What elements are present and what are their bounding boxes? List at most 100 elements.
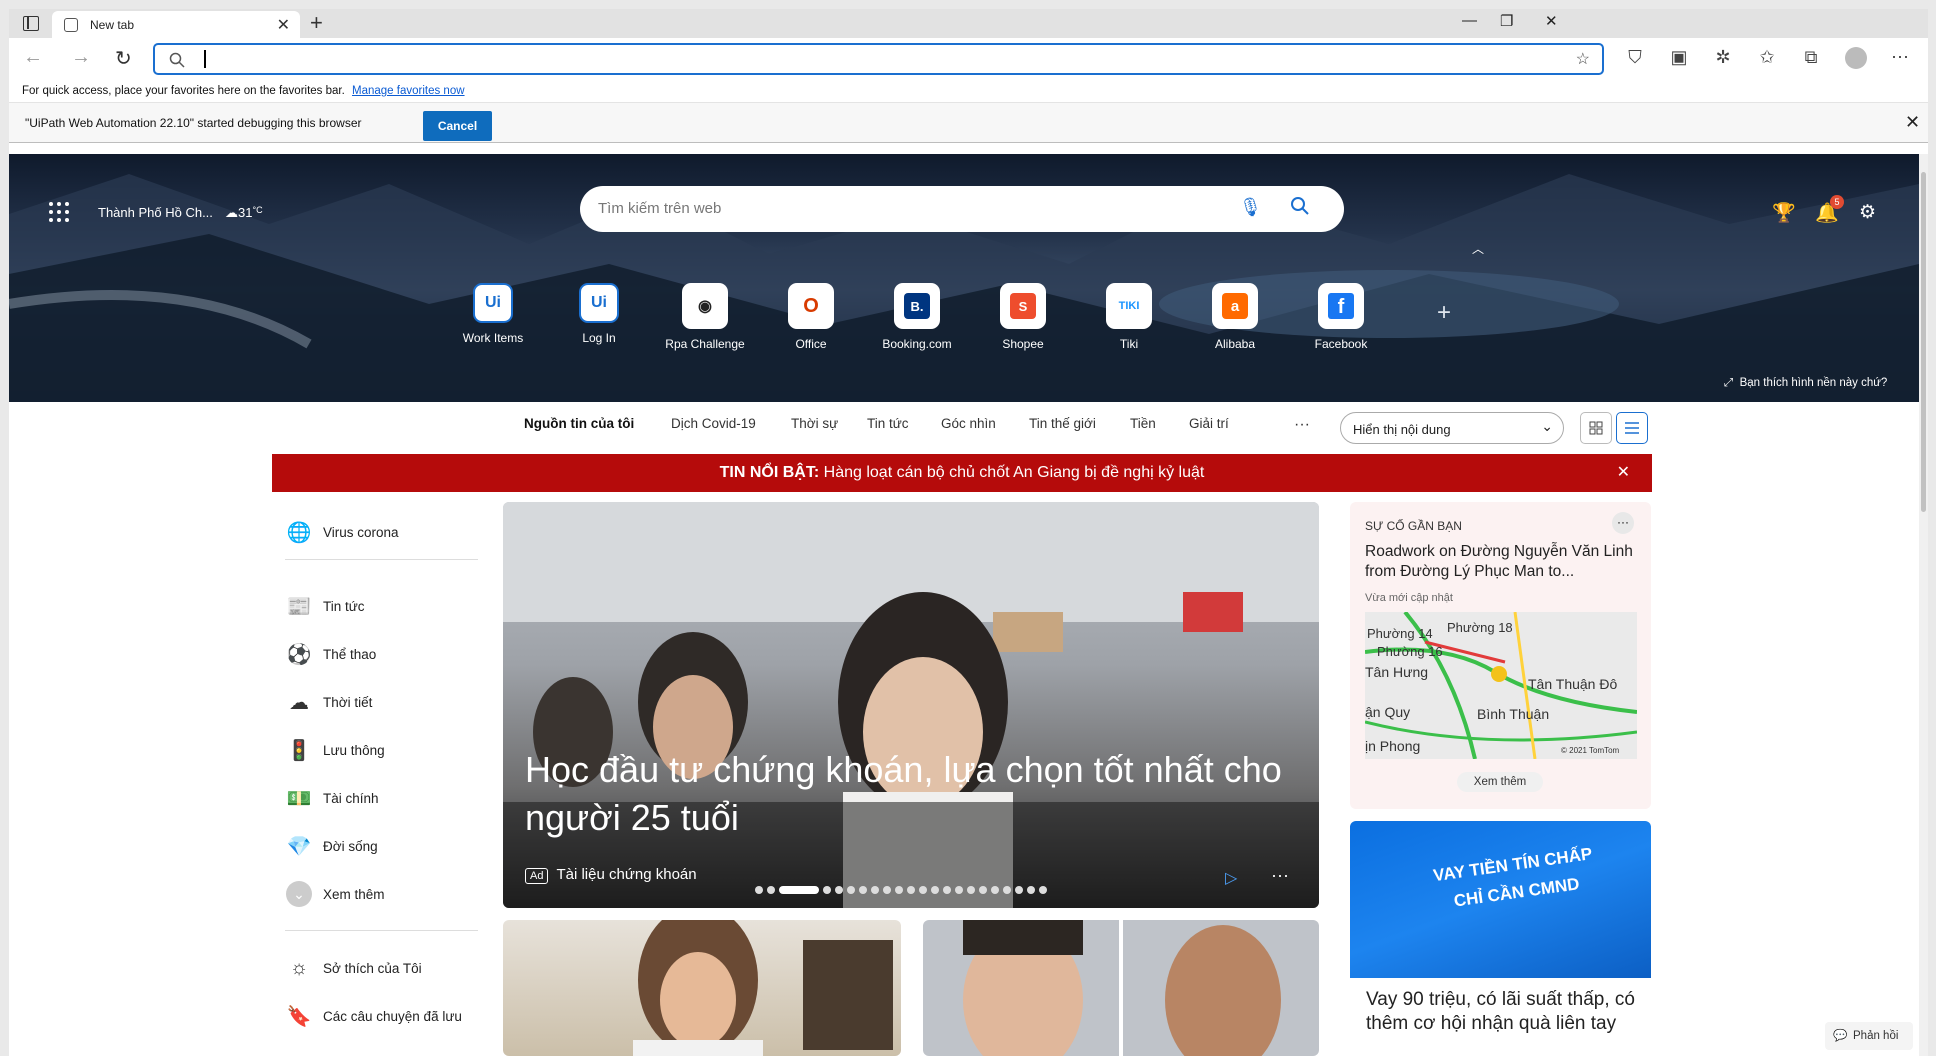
close-infobar-icon[interactable]: ✕	[1905, 112, 1920, 133]
newspaper-icon: 📰	[286, 595, 312, 618]
nav-my-feed[interactable]: Nguồn tin của tôi	[524, 416, 634, 431]
rail-item-traffic[interactable]: 🚦 Lưu thông	[285, 735, 480, 765]
rail-item-lifestyle[interactable]: 💎 Đời sống	[285, 831, 480, 861]
article-card[interactable]	[503, 920, 901, 1056]
manage-favorites-link[interactable]: Manage favorites now	[352, 85, 465, 97]
grid-icon	[1589, 421, 1603, 435]
restore-icon[interactable]: ❐	[1500, 12, 1513, 30]
quicklink-label: Tiki	[1119, 337, 1139, 351]
back-icon[interactable]: ←	[23, 46, 43, 69]
breaking-news-bar[interactable]: TIN NỔI BẬT: Hàng loạt cán bộ chủ chốt A…	[272, 454, 1652, 492]
uipath-extension-icon[interactable]: ▣	[1668, 47, 1690, 68]
quicklink-label: Work Items	[462, 331, 524, 345]
quicklink-work-items[interactable]: Ui Work Items	[453, 283, 533, 345]
adchoices-icon[interactable]: ▷	[1225, 868, 1237, 888]
traffic-headline[interactable]: Roadwork on Đường Nguyễn Văn Linh from Đ…	[1365, 542, 1635, 582]
traffic-card[interactable]: SỰ CỐ GẦN BẠN ··· Roadwork on Đường Nguy…	[1350, 502, 1651, 809]
quicklink-label: Shopee	[1002, 337, 1044, 351]
quicklink-booking[interactable]: B. Booking.com	[877, 283, 957, 351]
ad-badge: Ad	[525, 868, 549, 884]
nav-entertainment[interactable]: Giải trí	[1189, 416, 1229, 431]
ad-title[interactable]: Vay 90 triệu, có lãi suất thấp, có thêm …	[1366, 988, 1646, 1036]
nav-covid[interactable]: Dịch Covid-19	[671, 416, 756, 431]
rail-item-sports[interactable]: ⚽ Thể thao	[285, 639, 480, 669]
dropdown-value: Hiển thị nội dung	[1353, 422, 1451, 437]
refresh-icon[interactable]: ↻	[115, 46, 132, 71]
nav-news[interactable]: Tin tức	[867, 416, 909, 431]
address-bar[interactable]: ☆	[153, 43, 1604, 75]
tab-new-tab[interactable]: New tab ✕	[52, 11, 300, 38]
loan-ad-card[interactable]: VAY TIỀN TÍN CHẤP CHỈ CẦN CMND Vay 90 tr…	[1350, 821, 1651, 1056]
article-photo	[963, 920, 1281, 1056]
rail-item-interests[interactable]: ☼ Sở thích của Tôi	[285, 953, 480, 983]
ball-icon: ⚽	[286, 643, 312, 666]
add-favorite-icon[interactable]: ☆	[1576, 49, 1590, 69]
add-quicklink-icon[interactable]: +	[1437, 299, 1451, 327]
page-scrollbar[interactable]	[1919, 154, 1928, 1056]
map-label: Tân Thuận Đô	[1528, 676, 1618, 692]
divider	[285, 930, 478, 931]
chevron-up-icon[interactable]: ︿	[1472, 240, 1484, 257]
feedback-button[interactable]: 💬 Phản hồi	[1825, 1022, 1913, 1050]
rewards-icon[interactable]: 🏆	[1772, 201, 1796, 225]
quicklink-rpa-challenge[interactable]: ◉ Rpa Challenge	[665, 283, 745, 351]
see-more-button[interactable]: Xem thêm	[1457, 772, 1543, 792]
nav-current-affairs[interactable]: Thời sự	[791, 416, 838, 431]
forward-icon[interactable]: →	[71, 46, 91, 69]
more-options-icon[interactable]: ···	[1612, 512, 1634, 534]
nav-money[interactable]: Tiền	[1130, 416, 1156, 431]
rail-item-see-more[interactable]: ⌄ Xem thêm	[285, 879, 480, 909]
carousel-indicator[interactable]	[755, 886, 1047, 894]
cancel-button[interactable]: Cancel	[423, 111, 492, 141]
quicklink-alibaba[interactable]: a Alibaba	[1195, 283, 1275, 351]
menu-icon[interactable]: ⋯	[1889, 47, 1911, 68]
article-card[interactable]	[923, 920, 1319, 1056]
shield-icon[interactable]: ⛉	[1624, 47, 1646, 68]
rail-item-corona[interactable]: 🌐 Virus corona	[285, 517, 480, 547]
search-submit-icon[interactable]	[1290, 196, 1310, 216]
featured-article-card[interactable]: Học đầu tư chứng khoán, lựa chọn tốt nhấ…	[503, 502, 1319, 908]
grid-view-button[interactable]	[1580, 412, 1612, 444]
quicklink-tiki[interactable]: TIKI Tiki	[1089, 283, 1169, 351]
weather-widget[interactable]: ☁31°C	[225, 205, 263, 221]
quicklink-shopee[interactable]: S Shopee	[983, 283, 1063, 351]
web-search-box[interactable]: Tìm kiếm trên web 🎙	[580, 186, 1344, 232]
chevron-down-icon: ⌄	[1541, 418, 1553, 434]
list-view-button[interactable]	[1616, 412, 1648, 444]
nav-world-news[interactable]: Tin thế giới	[1029, 416, 1096, 431]
quicklink-office[interactable]: O Office	[771, 283, 851, 351]
rail-item-weather[interactable]: ☁ Thời tiết	[285, 687, 480, 717]
profile-avatar[interactable]	[1845, 47, 1867, 69]
quicklink-label: Office	[795, 337, 827, 351]
traffic-map[interactable]: Phường 18 Phường 14 Phường 16 Tân Hưng T…	[1365, 612, 1637, 759]
location-label[interactable]: Thành Phố Hồ Ch...	[98, 205, 213, 220]
content-visibility-dropdown[interactable]: Hiển thị nội dung ⌄	[1340, 412, 1564, 444]
tab-actions-icon[interactable]	[23, 16, 39, 31]
quicklink-log-in[interactable]: Ui Log In	[559, 283, 639, 345]
rail-item-finance[interactable]: 💵 Tài chính	[285, 783, 480, 813]
rail-item-saved[interactable]: 🔖 Các câu chuyện đã lưu	[285, 1001, 480, 1031]
close-breaking-icon[interactable]: ✕	[1617, 454, 1630, 492]
close-window-icon[interactable]: ✕	[1545, 12, 1558, 30]
wallpaper-feedback[interactable]: ⤢ Bạn thích hình nền này chứ?	[1724, 377, 1887, 390]
tiki-icon: TIKI	[1106, 283, 1152, 329]
apps-grid-icon[interactable]	[49, 202, 69, 222]
favorites-icon[interactable]: ✩	[1756, 47, 1778, 68]
nav-perspective[interactable]: Góc nhìn	[941, 416, 996, 431]
microphone-icon[interactable]: 🎙	[1239, 197, 1262, 218]
scrollbar-thumb[interactable]	[1921, 172, 1926, 512]
quicklink-facebook[interactable]: f Facebook	[1301, 283, 1381, 351]
notification-badge: 5	[1830, 195, 1844, 209]
collections-icon[interactable]: ⧉	[1800, 47, 1822, 68]
extensions-icon[interactable]: ✲	[1712, 47, 1734, 68]
rail-item-news[interactable]: 📰 Tin tức	[285, 591, 480, 621]
more-options-icon[interactable]: ···	[1271, 865, 1289, 886]
article-title[interactable]: Học đầu tư chứng khoán, lựa chọn tốt nhấ…	[525, 746, 1295, 842]
settings-gear-icon[interactable]: ⚙	[1859, 201, 1876, 224]
map-label: Phường 18	[1447, 620, 1513, 635]
text-caret	[204, 50, 206, 68]
close-tab-icon[interactable]: ✕	[277, 15, 290, 35]
more-nav-icon[interactable]: ···	[1294, 416, 1310, 434]
minimize-icon[interactable]: —	[1462, 12, 1477, 29]
new-tab-button[interactable]: +	[310, 10, 323, 36]
